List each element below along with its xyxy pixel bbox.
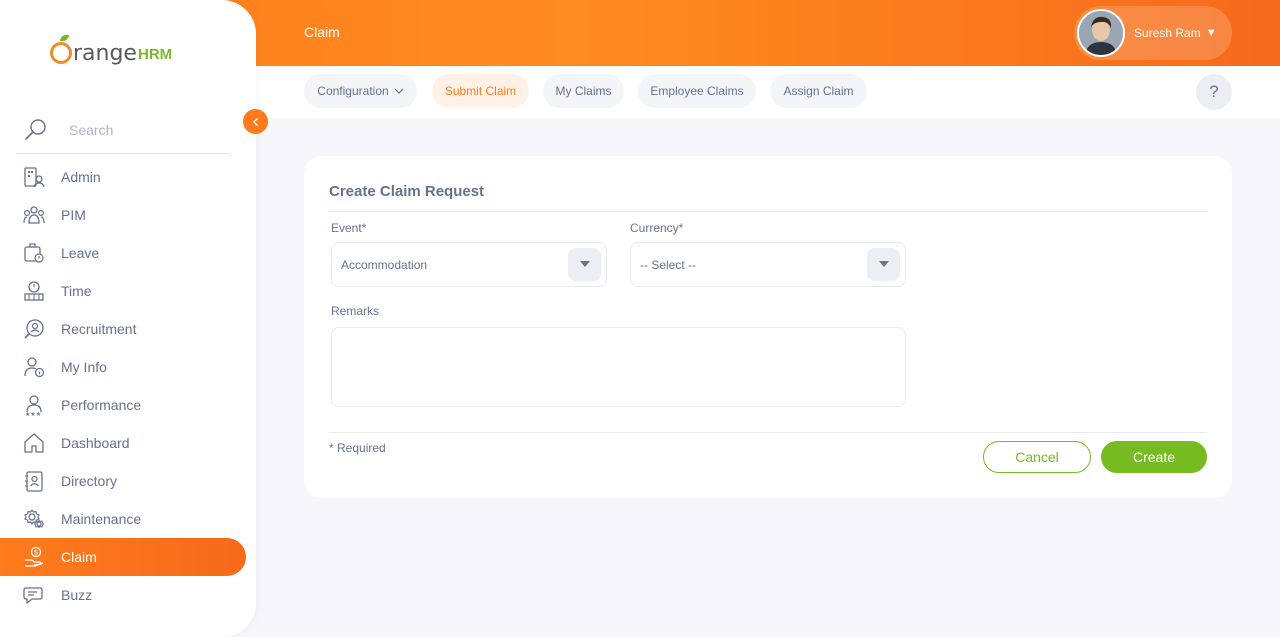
tab-label: My Claims	[555, 84, 612, 98]
help-button[interactable]: ?	[1196, 74, 1232, 110]
sidebar-item-label: Leave	[61, 245, 100, 261]
main-menu: Admin PIM Leave Time Recruitment My Info…	[0, 158, 256, 614]
sidebar-item-label: My Info	[61, 359, 107, 375]
my-info-icon	[22, 355, 46, 379]
time-icon	[22, 279, 46, 303]
sidebar-item-admin[interactable]: Admin	[0, 158, 256, 196]
sidebar-collapse-button[interactable]	[243, 109, 268, 134]
sidebar-item-label: Dashboard	[61, 435, 130, 451]
sidebar-item-maintenance[interactable]: Maintenance	[0, 500, 256, 538]
tab-assign-claim[interactable]: Assign Claim	[770, 74, 867, 108]
pim-icon	[22, 203, 46, 227]
caret-down-icon	[878, 261, 889, 267]
orangehrm-logo[interactable]: range HRM	[50, 32, 172, 66]
svg-text:$: $	[34, 549, 38, 557]
sidebar-item-label: Buzz	[61, 587, 93, 603]
currency-select[interactable]: -- Select --	[630, 242, 906, 287]
chevron-down-icon	[394, 88, 404, 94]
sidebar-item-dashboard[interactable]: Dashboard	[0, 424, 256, 462]
logo-text: range	[73, 41, 137, 66]
sidebar-search	[16, 106, 230, 154]
cancel-button[interactable]: Cancel	[983, 441, 1091, 473]
required-note: * Required	[329, 441, 386, 455]
sidebar-item-performance[interactable]: ★★★ Performance	[0, 386, 256, 424]
sidebar-item-label: Recruitment	[61, 321, 137, 337]
dropdown-toggle[interactable]	[867, 248, 900, 281]
sidebar-item-label: Claim	[61, 549, 97, 565]
maintenance-icon	[22, 507, 46, 531]
sidebar-item-claim[interactable]: $ Claim	[0, 538, 246, 576]
title-divider	[329, 211, 1207, 212]
remarks-label: Remarks	[331, 304, 380, 318]
currency-selected-value: -- Select --	[640, 257, 697, 272]
sidebar-item-label: Performance	[61, 397, 142, 413]
page-title: Create Claim Request	[329, 183, 485, 200]
search-input[interactable]	[69, 121, 219, 138]
currency-label: Currency*	[630, 221, 684, 235]
dashboard-icon	[22, 431, 46, 455]
orange-logo-icon	[50, 35, 72, 64]
tab-my-claims[interactable]: My Claims	[543, 74, 624, 108]
sidebar-item-directory[interactable]: Directory	[0, 462, 256, 500]
sidebar-item-pim[interactable]: PIM	[0, 196, 256, 234]
caret-down-icon: ▼	[1205, 27, 1217, 39]
user-name: Suresh Ram	[1134, 26, 1201, 40]
tab-employee-claims[interactable]: Employee Claims	[638, 74, 756, 108]
sidebar-item-label: PIM	[61, 207, 86, 223]
caret-down-icon	[579, 261, 590, 267]
svg-text:★★★: ★★★	[25, 411, 41, 416]
recruitment-icon	[22, 317, 46, 341]
event-selected-value: Accommodation	[341, 257, 428, 272]
sidebar-item-time[interactable]: Time	[0, 272, 256, 310]
sidebar-item-label: Directory	[61, 473, 118, 489]
remarks-textarea[interactable]	[331, 327, 906, 407]
search-icon	[25, 118, 46, 140]
dropdown-toggle[interactable]	[568, 248, 601, 281]
module-title: Claim	[304, 24, 340, 40]
tab-configuration[interactable]: Configuration	[304, 74, 417, 108]
tab-label: Configuration	[317, 84, 389, 98]
sidebar-item-label: Admin	[61, 169, 101, 185]
chevron-left-icon	[252, 117, 258, 126]
logo-text-hrm: HRM	[137, 46, 173, 63]
tab-submit-claim[interactable]: Submit Claim	[432, 74, 529, 108]
admin-icon	[22, 165, 46, 189]
tab-label: Employee Claims	[650, 84, 744, 98]
claim-icon: $	[22, 545, 46, 569]
buzz-icon	[22, 583, 46, 607]
tab-label: Submit Claim	[444, 84, 517, 98]
create-button[interactable]: Create	[1101, 441, 1207, 473]
event-select[interactable]: Accommodation	[331, 242, 607, 287]
sidebar-item-recruitment[interactable]: Recruitment	[0, 310, 256, 348]
tab-label: Assign Claim	[783, 84, 854, 98]
sidebar-item-my-info[interactable]: My Info	[0, 348, 256, 386]
user-menu[interactable]: Suresh Ram ▼	[1074, 6, 1232, 60]
module-subnav: Configuration Submit Claim My Claims Emp…	[256, 66, 1280, 118]
create-claim-card: Create Claim Request Event* Accommodatio…	[304, 156, 1232, 498]
event-label: Event*	[331, 221, 367, 235]
sidebar-item-label: Time	[61, 283, 92, 299]
footer-divider	[329, 432, 1207, 433]
sidebar-item-buzz[interactable]: Buzz	[0, 576, 256, 614]
sidebar-item-label: Maintenance	[61, 511, 142, 527]
help-icon: ?	[1209, 82, 1219, 101]
avatar	[1077, 9, 1125, 57]
sidebar: range HRM Admin PIM Leave	[0, 0, 256, 637]
directory-icon	[22, 469, 46, 493]
leave-icon	[22, 241, 46, 265]
sidebar-item-leave[interactable]: Leave	[0, 234, 256, 272]
performance-icon: ★★★	[22, 393, 46, 417]
